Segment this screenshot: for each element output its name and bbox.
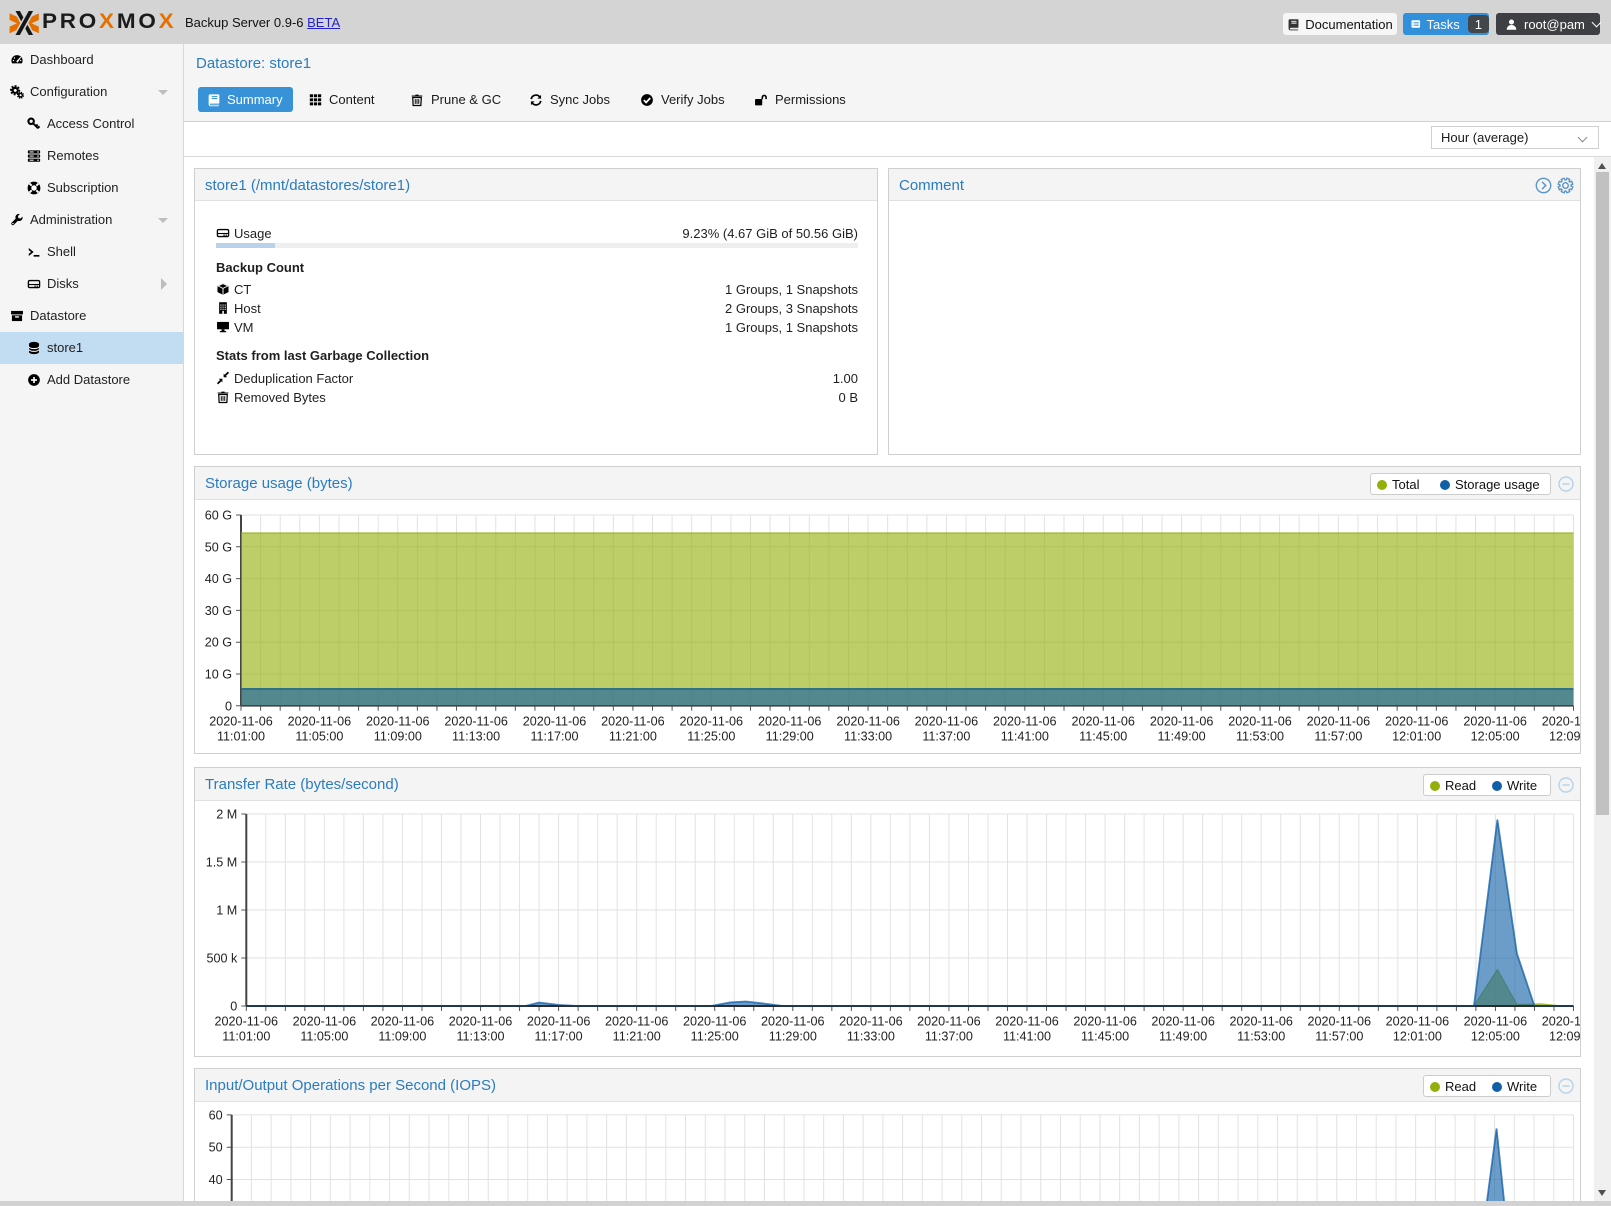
svg-text:2020-11-06: 2020-11-06 [527,1015,591,1029]
svg-text:2020-11-06: 2020-11-06 [293,1015,357,1029]
svg-text:2020-11-06: 2020-11-06 [215,1015,279,1029]
svg-text:2020-11-06: 2020-11-06 [1542,1015,1580,1029]
svg-text:30 G: 30 G [205,604,232,618]
svg-text:11:57:00: 11:57:00 [1314,729,1362,743]
svg-text:2020-11-06: 2020-11-06 [680,714,744,728]
svg-text:2020-11-06: 2020-11-06 [1151,1015,1215,1029]
svg-text:2020-11-06: 2020-11-06 [209,714,273,728]
svg-text:0: 0 [225,699,232,713]
svg-text:11:25:00: 11:25:00 [691,1030,739,1044]
svg-text:50 G: 50 G [205,540,232,554]
svg-text:2020-11-06: 2020-11-06 [1542,714,1580,728]
svg-text:2020-11-06: 2020-11-06 [288,714,352,728]
svg-text:60 G: 60 G [205,509,232,523]
svg-text:2020-11-06: 2020-11-06 [683,1015,747,1029]
svg-text:2020-11-06: 2020-11-06 [1150,714,1214,728]
svg-text:11:33:00: 11:33:00 [847,1030,895,1044]
svg-text:2020-11-06: 2020-11-06 [444,714,508,728]
svg-text:2020-11-06: 2020-11-06 [449,1015,513,1029]
svg-text:2020-11-06: 2020-11-06 [1071,714,1135,728]
svg-text:2020-11-06: 2020-11-06 [1073,1015,1137,1029]
svg-text:2020-11-06: 2020-11-06 [761,1015,825,1029]
svg-text:11:01:00: 11:01:00 [222,1030,270,1044]
svg-text:2020-11-06: 2020-11-06 [917,1015,981,1029]
svg-text:11:09:00: 11:09:00 [378,1030,426,1044]
svg-text:60: 60 [209,1108,223,1122]
svg-text:50: 50 [209,1141,223,1155]
svg-text:2020-11-06: 2020-11-06 [758,714,822,728]
svg-text:11:13:00: 11:13:00 [452,729,500,743]
svg-text:2020-11-06: 2020-11-06 [1385,714,1449,728]
svg-text:2020-11-06: 2020-11-06 [601,714,665,728]
svg-text:11:29:00: 11:29:00 [766,729,814,743]
svg-text:11:41:00: 11:41:00 [1003,1030,1051,1044]
svg-text:2020-11-06: 2020-11-06 [1464,1015,1528,1029]
svg-text:11:57:00: 11:57:00 [1315,1030,1363,1044]
svg-text:2020-11-06: 2020-11-06 [1308,1015,1372,1029]
svg-text:11:05:00: 11:05:00 [300,1030,348,1044]
svg-text:11:45:00: 11:45:00 [1079,729,1127,743]
svg-text:500 k: 500 k [206,952,238,966]
svg-text:11:45:00: 11:45:00 [1081,1030,1129,1044]
svg-text:11:53:00: 11:53:00 [1237,1030,1285,1044]
svg-text:11:25:00: 11:25:00 [687,729,735,743]
svg-text:11:41:00: 11:41:00 [1001,729,1049,743]
svg-text:11:21:00: 11:21:00 [613,1030,661,1044]
svg-text:11:49:00: 11:49:00 [1159,1030,1207,1044]
svg-text:0: 0 [230,1000,237,1014]
svg-text:40 G: 40 G [205,572,232,586]
svg-text:11:29:00: 11:29:00 [769,1030,817,1044]
svg-text:2020-11-06: 2020-11-06 [366,714,430,728]
svg-text:11:37:00: 11:37:00 [922,729,970,743]
svg-text:2020-11-06: 2020-11-06 [836,714,900,728]
svg-text:2020-11-06: 2020-11-06 [1463,714,1527,728]
svg-text:2020-11-06: 2020-11-06 [839,1015,903,1029]
svg-text:1.5 M: 1.5 M [206,856,238,870]
svg-text:2020-11-06: 2020-11-06 [915,714,979,728]
svg-text:11:13:00: 11:13:00 [456,1030,504,1044]
svg-text:2020-11-06: 2020-11-06 [1386,1015,1450,1029]
svg-text:2020-11-06: 2020-11-06 [995,1015,1059,1029]
svg-text:11:05:00: 11:05:00 [295,729,343,743]
svg-text:1 M: 1 M [216,904,237,918]
svg-text:2020-11-06: 2020-11-06 [1228,714,1292,728]
svg-text:2020-11-06: 2020-11-06 [605,1015,669,1029]
svg-text:11:53:00: 11:53:00 [1236,729,1284,743]
svg-text:2020-11-06: 2020-11-06 [523,714,587,728]
svg-text:20 G: 20 G [205,636,232,650]
svg-text:12:01:00: 12:01:00 [1393,1030,1442,1044]
svg-text:10 G: 10 G [205,668,232,682]
svg-text:12:01:00: 12:01:00 [1392,729,1441,743]
svg-text:11:37:00: 11:37:00 [925,1030,973,1044]
svg-text:11:09:00: 11:09:00 [374,729,422,743]
svg-text:2020-11-06: 2020-11-06 [993,714,1057,728]
svg-text:11:17:00: 11:17:00 [530,729,578,743]
svg-text:12:05:00: 12:05:00 [1471,1030,1520,1044]
svg-text:2020-11-06: 2020-11-06 [371,1015,435,1029]
svg-text:2020-11-06: 2020-11-06 [1229,1015,1293,1029]
svg-text:11:01:00: 11:01:00 [217,729,265,743]
svg-text:11:17:00: 11:17:00 [535,1030,583,1044]
svg-text:12:05:00: 12:05:00 [1471,729,1520,743]
svg-text:2 M: 2 M [216,808,237,822]
svg-text:12:09:00: 12:09:00 [1549,1030,1580,1044]
svg-text:11:21:00: 11:21:00 [609,729,657,743]
svg-text:11:49:00: 11:49:00 [1158,729,1206,743]
svg-text:11:33:00: 11:33:00 [844,729,892,743]
svg-text:2020-11-06: 2020-11-06 [1307,714,1371,728]
svg-text:12:09:00: 12:09:00 [1549,729,1580,743]
svg-text:40: 40 [209,1173,223,1187]
